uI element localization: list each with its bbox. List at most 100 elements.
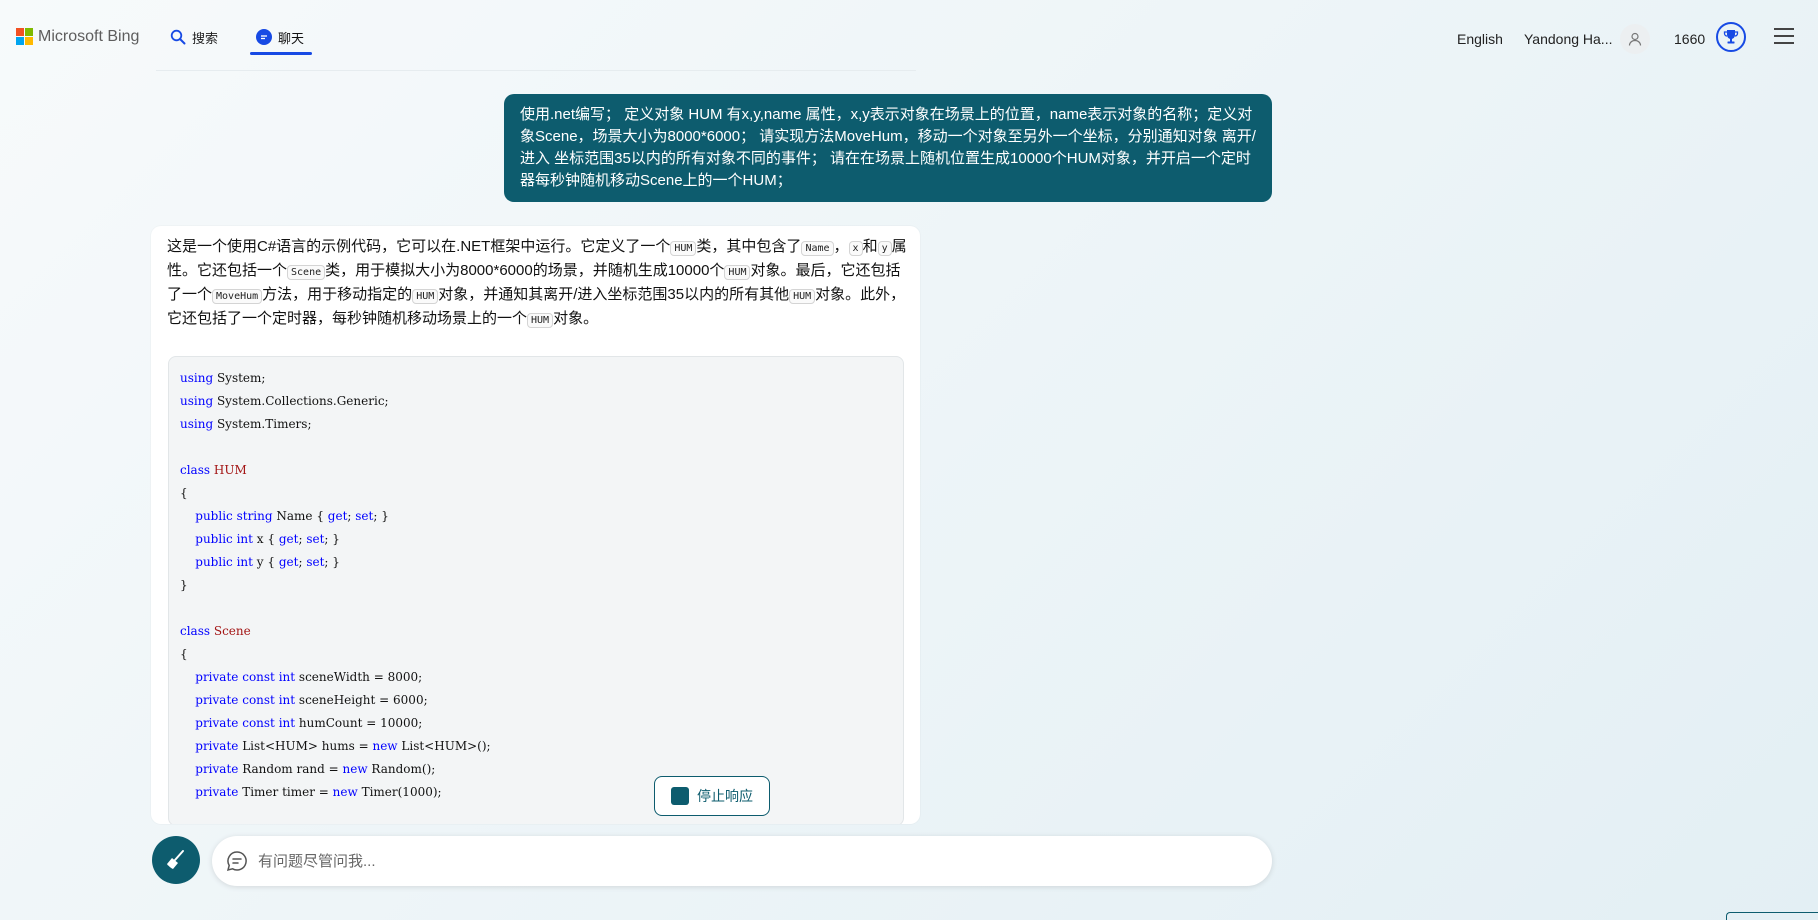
code-keyword: get <box>327 509 348 523</box>
code-keyword: int <box>278 693 296 707</box>
stop-responding-button[interactable]: 停止响应 <box>654 776 770 816</box>
nav-tab-chat[interactable]: 聊天 <box>256 26 304 48</box>
inline-code: y <box>877 241 892 256</box>
code-token: ; } <box>324 532 340 546</box>
trophy-icon[interactable] <box>1716 22 1746 52</box>
new-topic-button[interactable] <box>152 836 200 884</box>
code-keyword: const <box>242 670 275 684</box>
broom-icon <box>165 850 184 870</box>
code-keyword: private <box>195 739 239 753</box>
code-keyword: private <box>195 693 239 707</box>
code-block[interactable]: using System; using System.Collections.Ge… <box>168 356 904 824</box>
code-keyword: private <box>195 785 239 799</box>
code-token: Timer timer = <box>238 785 333 799</box>
code-line: private List<HUM> hums = new List<HUM>()… <box>180 735 892 758</box>
code-token: Random(); <box>367 762 436 776</box>
chat-input[interactable] <box>258 846 1218 876</box>
code-token: { <box>180 486 188 500</box>
code-keyword: private <box>195 716 239 730</box>
code-token: } <box>180 578 188 592</box>
user-avatar-icon[interactable] <box>1620 24 1650 54</box>
code-token: List<HUM>(); <box>397 739 491 753</box>
code-keyword: new <box>332 785 358 799</box>
inline-code: HUM <box>412 289 439 304</box>
text-run: 方法，用于移动指定的 <box>262 286 413 303</box>
text-run: 对象。 <box>553 310 599 327</box>
code-keyword: new <box>372 739 398 753</box>
code-keyword: using <box>180 394 214 408</box>
text-run: 对象，并通知其离开/进入坐标范围35以内的所有其他 <box>438 286 790 303</box>
chat-bubble-icon <box>226 851 247 872</box>
code-keyword: set <box>306 532 325 546</box>
bot-response-card: 这是一个使用C#语言的示例代码，它可以在.NET框架中运行。它定义了一个 HUM 类… <box>151 226 920 824</box>
code-token: Timer(1000); <box>357 785 442 799</box>
code-token: System.Timers; <box>213 417 312 431</box>
inline-code: HUM <box>789 289 816 304</box>
code-keyword: public <box>195 509 233 523</box>
code-token: Random rand = <box>238 762 343 776</box>
code-token: ; } <box>324 555 340 569</box>
feedback-tab[interactable] <box>1726 912 1818 920</box>
code-token: x { <box>252 532 279 546</box>
code-token: humCount = 10000; <box>295 716 423 730</box>
code-token: ; } <box>373 509 389 523</box>
hamburger-menu-icon[interactable] <box>1774 28 1796 46</box>
inline-code: Name <box>801 241 834 256</box>
code-keyword: private <box>195 762 239 776</box>
code-line: class HUM <box>180 459 892 482</box>
top-header: Microsoft Bing 搜索 聊天 English Yandong Ha.… <box>0 0 1818 70</box>
user-name[interactable]: Yandong Ha... <box>1524 31 1612 47</box>
code-keyword: int <box>236 555 253 569</box>
code-token: System.Collections.Generic; <box>213 394 389 408</box>
code-line: public int y { get; set; } <box>180 551 892 574</box>
code-line: private const int sceneHeight = 6000; <box>180 689 892 712</box>
inline-code: Scene <box>287 265 326 280</box>
code-keyword: int <box>236 532 253 546</box>
text-run: ， <box>833 238 849 255</box>
chat-icon <box>256 29 272 45</box>
active-tab-indicator <box>250 52 312 55</box>
rewards-points[interactable]: 1660 <box>1674 31 1705 47</box>
search-icon <box>170 29 186 45</box>
microsoft-logo-icon <box>16 28 34 46</box>
code-token: System; <box>213 371 266 385</box>
code-keyword: string <box>236 509 273 523</box>
stop-button-label: 停止响应 <box>697 788 753 804</box>
code-line: } <box>180 574 892 597</box>
code-token: sceneWidth = 8000; <box>295 670 423 684</box>
code-keyword: using <box>180 371 214 385</box>
code-keyword: get <box>278 532 299 546</box>
header-divider <box>156 70 916 71</box>
code-token: Name { <box>272 509 328 523</box>
inline-code: MoveHum <box>212 289 263 304</box>
code-keyword: int <box>278 716 296 730</box>
code-token: sceneHeight = 6000; <box>295 693 428 707</box>
bot-response-text: 这是一个使用C#语言的示例代码，它可以在.NET框架中运行。它定义了一个 HUM 类… <box>167 236 907 332</box>
chat-input-bar <box>212 836 1272 886</box>
code-line: public string Name { get; set; } <box>180 505 892 528</box>
stop-icon <box>671 787 689 805</box>
text-run: 类，其中包含了 <box>696 238 802 255</box>
language-switch[interactable]: English <box>1457 31 1503 47</box>
bing-logo[interactable]: Microsoft Bing <box>16 28 139 46</box>
nav-tab-search[interactable]: 搜索 <box>170 26 218 48</box>
text-run: 类，用于模拟大小为8000*6000的场景，并随机生成10000个 <box>325 262 725 279</box>
code-keyword: set <box>355 509 374 523</box>
user-message: 使用.net编写； 定义对象 HUM 有x,y,name 属性，x,y表示对象在… <box>504 94 1272 202</box>
code-token: { <box>180 647 188 661</box>
code-line: private Random rand = new Random(); <box>180 758 892 781</box>
code-class-name: Scene <box>213 624 251 638</box>
inline-code: HUM <box>724 265 751 280</box>
code-keyword: new <box>342 762 368 776</box>
code-line: class Scene <box>180 620 892 643</box>
code-token: y { <box>252 555 279 569</box>
